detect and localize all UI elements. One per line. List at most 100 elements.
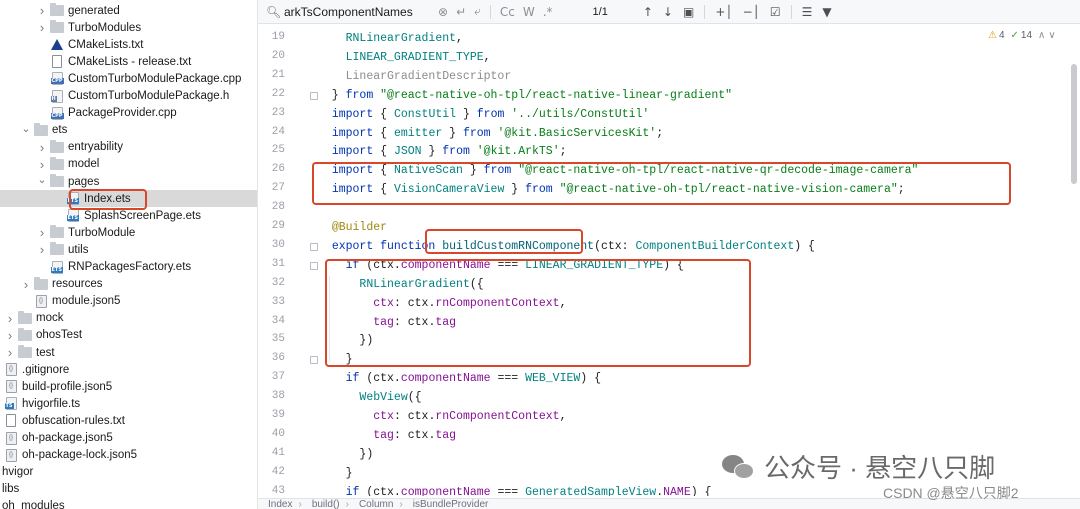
history-icon[interactable]: ↵ xyxy=(456,5,466,19)
line-number[interactable]: 36 xyxy=(258,352,285,364)
tree-item[interactable]: › mock xyxy=(0,310,257,327)
tree-item[interactable]: › resources xyxy=(0,276,257,293)
tree-item[interactable]: hvigor xyxy=(0,464,257,481)
code-line[interactable]: import { JSON } from '@kit.ArkTS'; xyxy=(318,142,567,161)
line-number[interactable]: 20 xyxy=(258,50,285,62)
tree-item[interactable]: CPP PackageProvider.cpp xyxy=(0,105,257,122)
tree-item[interactable]: TS hvigorfile.ts xyxy=(0,395,257,412)
tree-item[interactable]: obfuscation-rules.txt xyxy=(0,412,257,429)
line-number[interactable]: 29 xyxy=(258,220,285,232)
code-line[interactable]: if (ctx.componentName === WEB_VIEW) { xyxy=(318,369,601,388)
line-number[interactable]: 28 xyxy=(258,201,285,213)
code-line[interactable]: }) xyxy=(318,445,373,464)
new-line-icon[interactable]: ⤶ xyxy=(474,4,481,19)
tree-item[interactable]: H CustomTurboModulePackage.h xyxy=(0,88,257,105)
select-all-icon[interactable]: ☑ xyxy=(770,5,781,19)
chevron-right-icon[interactable]: › xyxy=(36,20,48,35)
tree-item[interactable]: › test xyxy=(0,344,257,361)
tree-item[interactable]: CPP CustomTurboModulePackage.cpp xyxy=(0,70,257,87)
code-line[interactable]: @Builder xyxy=(318,218,387,237)
line-number[interactable]: 37 xyxy=(258,371,285,383)
line-number[interactable]: 27 xyxy=(258,182,285,194)
code-line[interactable]: import { emitter } from '@kit.BasicServi… xyxy=(318,124,663,143)
line-number[interactable]: 38 xyxy=(258,390,285,402)
code-line[interactable]: } from "@react-native-oh-tpl/react-nativ… xyxy=(318,86,732,105)
line-number[interactable]: 43 xyxy=(258,485,285,497)
line-number[interactable]: 42 xyxy=(258,466,285,478)
next-match-icon[interactable]: ↓ xyxy=(663,5,673,19)
breadcrumb-item[interactable]: build() xyxy=(312,499,340,509)
tree-item[interactable]: ⌄ pages xyxy=(0,173,257,190)
scrollbar-thumb[interactable] xyxy=(1071,64,1077,184)
search-input[interactable]: arkTsComponentNames xyxy=(284,5,434,19)
code-line[interactable]: } xyxy=(318,464,353,483)
line-number[interactable]: 41 xyxy=(258,447,285,459)
code-line[interactable]: WebView({ xyxy=(318,388,421,407)
code-line[interactable]: import { ConstUtil } from '../utils/Cons… xyxy=(318,105,650,124)
chevron-right-icon[interactable]: › xyxy=(4,328,16,343)
code-line[interactable]: tag: ctx.tag xyxy=(318,426,456,445)
tree-item[interactable]: {} oh-package.json5 xyxy=(0,430,257,447)
line-number[interactable]: 30 xyxy=(258,239,285,251)
tree-item[interactable]: › entryability xyxy=(0,139,257,156)
line-number[interactable]: 33 xyxy=(258,296,285,308)
code-line[interactable]: ctx: ctx.rnComponentContext, xyxy=(318,407,566,426)
fold-marker-icon[interactable] xyxy=(310,261,318,270)
line-number[interactable]: 26 xyxy=(258,163,285,175)
line-number[interactable]: 32 xyxy=(258,277,285,289)
tree-item[interactable]: libs xyxy=(0,481,257,498)
tree-item[interactable]: oh_modules xyxy=(0,498,257,509)
tree-item[interactable]: › utils xyxy=(0,241,257,258)
chevron-down-icon[interactable]: ⌄ xyxy=(36,174,48,186)
line-number[interactable]: 31 xyxy=(258,258,285,270)
filter-icon[interactable]: ▼ xyxy=(822,5,831,19)
line-number[interactable]: 34 xyxy=(258,315,285,327)
tree-item[interactable]: ETS RNPackagesFactory.ets xyxy=(0,259,257,276)
chevron-right-icon[interactable]: › xyxy=(4,311,16,326)
breadcrumb-item[interactable]: Column xyxy=(359,499,393,509)
select-all-occurrences-icon[interactable]: ▣ xyxy=(683,5,694,19)
line-number[interactable]: 24 xyxy=(258,126,285,138)
chevron-right-icon[interactable]: › xyxy=(36,3,48,18)
tree-item[interactable]: › generated xyxy=(0,2,257,19)
line-number[interactable]: 22 xyxy=(258,88,285,100)
chevron-up-icon[interactable]: ∧ xyxy=(1038,30,1045,41)
line-number[interactable]: 25 xyxy=(258,144,285,156)
chevron-down-icon[interactable]: ⌄ xyxy=(20,122,32,135)
tree-item[interactable]: CMakeLists - release.txt xyxy=(0,53,257,70)
breadcrumb-item[interactable]: Index xyxy=(268,499,292,509)
breadcrumb-item[interactable]: isBundleProvider xyxy=(413,499,489,509)
tree-item[interactable]: › model xyxy=(0,156,257,173)
tree-item[interactable]: CMakeLists.txt xyxy=(0,36,257,53)
search-icon[interactable]: 🔍︎ xyxy=(266,5,281,19)
line-number[interactable]: 23 xyxy=(258,107,285,119)
line-number[interactable]: 40 xyxy=(258,428,285,440)
chevron-right-icon[interactable]: › xyxy=(36,225,48,240)
tree-item[interactable]: {} build-profile.json5 xyxy=(0,378,257,395)
code-line[interactable]: LINEAR_GRADIENT_TYPE, xyxy=(318,48,491,67)
fold-marker-icon[interactable] xyxy=(310,242,318,251)
code-line[interactable]: LinearGradientDescriptor xyxy=(318,67,512,86)
line-number[interactable]: 39 xyxy=(258,409,285,421)
tree-item[interactable]: {} oh-package-lock.json5 xyxy=(0,447,257,464)
add-selection-icon[interactable]: +│ xyxy=(715,5,732,19)
fold-marker-icon[interactable] xyxy=(310,356,318,365)
editor-scrollbar[interactable] xyxy=(1068,24,1080,496)
tree-item[interactable]: › ohosTest xyxy=(0,327,257,344)
line-number[interactable]: 21 xyxy=(258,69,285,81)
tree-item[interactable]: {} .gitignore xyxy=(0,361,257,378)
chevron-down-icon[interactable]: ∨ xyxy=(1048,30,1055,41)
fold-marker-icon[interactable] xyxy=(310,91,318,100)
code-line[interactable]: RNLinearGradient, xyxy=(318,29,463,48)
open-in-window-icon[interactable]: ☰ xyxy=(802,5,813,19)
whole-word-toggle[interactable]: W xyxy=(523,5,535,19)
line-number[interactable]: 19 xyxy=(258,31,285,43)
tree-item[interactable]: › TurboModules xyxy=(0,19,257,36)
chevron-right-icon[interactable]: › xyxy=(36,140,48,155)
regex-toggle[interactable]: .* xyxy=(543,5,553,19)
tree-item[interactable]: {} module.json5 xyxy=(0,293,257,310)
line-number[interactable]: 35 xyxy=(258,333,285,345)
chevron-right-icon[interactable]: › xyxy=(20,277,32,292)
remove-selection-icon[interactable]: −│ xyxy=(743,5,760,19)
previous-match-icon[interactable]: ↑ xyxy=(643,5,653,19)
